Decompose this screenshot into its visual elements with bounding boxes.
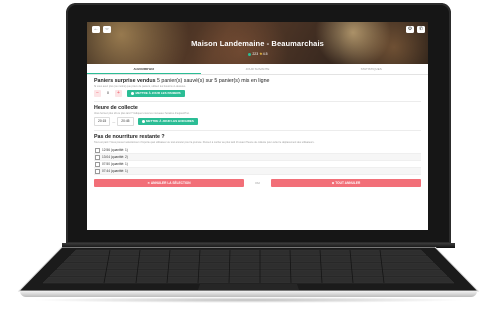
basket-quantity-row: − 0 + METTRE À JOUR LES PANIERS <box>94 90 421 97</box>
order-label: 12:56 (quantité: 1) <box>102 148 128 152</box>
store-title: Maison Landemaine - Beaumarchais <box>191 39 324 48</box>
order-checkbox[interactable] <box>95 147 100 153</box>
rating-dot-icon <box>248 52 252 56</box>
update-hours-button[interactable]: METTRE À JOUR LES HORAIRES <box>137 118 198 125</box>
gear-icon[interactable]: ⚙ <box>406 26 414 33</box>
order-label: 13:04 (quantité: 2) <box>102 155 128 159</box>
pickup-time-row: 20:15 — 20:45 METTRE À JOUR LES HORAIRES <box>94 117 421 126</box>
back-icon[interactable]: ← <box>92 26 100 33</box>
basket-quantity-value[interactable]: 0 <box>103 90 113 97</box>
rating-count: 223 <box>252 52 259 56</box>
divider <box>94 101 421 102</box>
order-checkbox[interactable] <box>95 154 100 160</box>
order-row[interactable]: 07:44 (quantité: 1) <box>94 168 421 175</box>
check-circle-icon <box>131 91 134 95</box>
sold-baskets-title: Paniers surprise vendus 5 panier(s) sauv… <box>94 78 421 85</box>
link-icon[interactable]: ⇔ <box>103 26 111 33</box>
no-food-hint: Tout est parti ! Vous pouvez sélectionne… <box>94 141 315 144</box>
phone-icon[interactable]: ✆ <box>417 26 425 33</box>
sold-title-bold: Paniers surprise vendus <box>94 78 156 84</box>
main-content: Paniers surprise vendus 5 panier(s) sauv… <box>94 78 421 187</box>
order-row[interactable]: 12:56 (quantité: 1) <box>94 147 421 154</box>
store-header: ← ⇔ ⚙ ✆ Maison Landemaine - Beaumarchais… <box>87 22 428 64</box>
order-checkbox[interactable] <box>95 168 100 174</box>
update-baskets-button[interactable]: METTRE À JOUR LES PANIERS <box>127 90 185 97</box>
order-row[interactable]: 13:04 (quantité: 2) <box>94 154 421 161</box>
time-separator: — <box>112 119 116 124</box>
tab-bar: AUJOURD'HUI JOUR SUIVANTE STATISTIQUES <box>87 64 428 75</box>
update-hours-label: METTRE À JOUR LES HORAIRES <box>146 119 194 123</box>
cancel-all-label: TOUT ANNULER <box>335 181 361 185</box>
sold-title-rest: 5 panier(s) sauvé(s) sur 5 panier(s) mis… <box>155 78 270 84</box>
order-row[interactable]: 07:50 (quantité: 1) <box>94 161 421 168</box>
divider <box>94 130 421 131</box>
decrease-button[interactable]: − <box>94 90 101 97</box>
pickup-end-input[interactable]: 20:45 <box>117 117 134 126</box>
pickup-start-input[interactable]: 20:15 <box>94 117 111 126</box>
tab-next-day[interactable]: JOUR SUIVANTE <box>201 64 315 74</box>
update-baskets-label: METTRE À JOUR LES PANIERS <box>135 91 181 95</box>
cancel-selection-button[interactable]: ✕ ANNULER LA SÉLECTION <box>94 179 244 187</box>
cancel-actions: ✕ ANNULER LA SÉLECTION OU ⊗ TOUT ANNULER <box>94 179 421 187</box>
pickup-time-hint: Vous fermez plus tôt ou plus tard ? Indi… <box>94 112 190 115</box>
store-rating: 223 ★4.5 <box>87 51 428 56</box>
laptop-shadow <box>30 297 467 303</box>
no-food-title: Pas de nourriture restante ? <box>94 134 165 140</box>
or-label: OU <box>255 181 260 185</box>
sold-baskets-hint: Si vous avez plus (ou moins) que prévu d… <box>94 85 186 88</box>
cancel-all-button[interactable]: ⊗ TOUT ANNULER <box>271 179 421 187</box>
laptop-screen: ← ⇔ ⚙ ✆ Maison Landemaine - Beaumarchais… <box>87 22 428 230</box>
tab-today[interactable]: AUJOURD'HUI <box>87 64 201 74</box>
check-circle-icon <box>141 119 145 123</box>
orders-list: 12:56 (quantité: 1) 13:04 (quantité: 2) … <box>94 147 421 175</box>
rating-value: 4.5 <box>262 52 268 56</box>
pickup-time-title: Heure de collecte <box>94 105 138 111</box>
order-label: 07:44 (quantité: 1) <box>102 169 128 173</box>
cancel-selection-label: ANNULER LA SÉLECTION <box>150 181 191 185</box>
order-label: 07:50 (quantité: 1) <box>102 162 128 166</box>
laptop-keyboard-deck <box>0 247 497 297</box>
tab-statistics[interactable]: STATISTIQUES <box>314 64 428 74</box>
increase-button[interactable]: + <box>115 90 122 97</box>
order-checkbox[interactable] <box>95 161 100 167</box>
